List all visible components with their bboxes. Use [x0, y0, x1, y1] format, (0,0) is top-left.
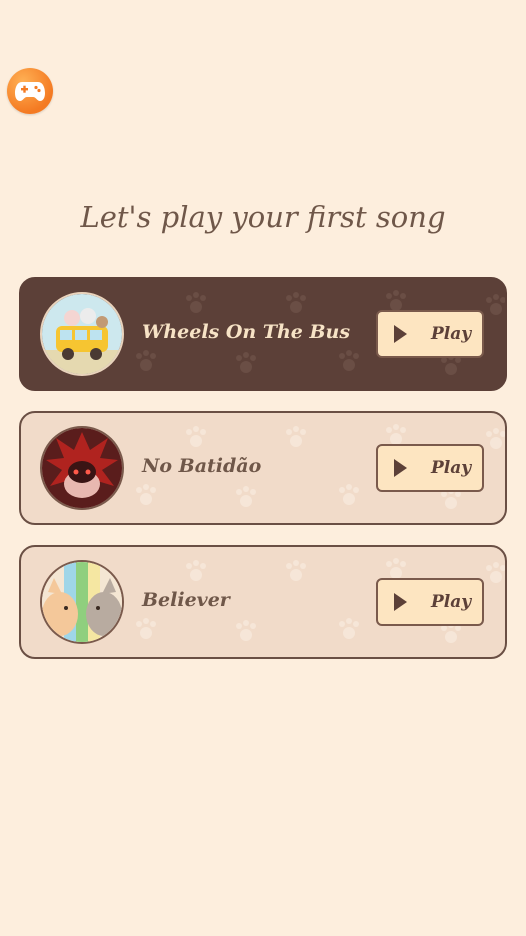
play-button[interactable]: Play [376, 444, 484, 492]
song-title: No Batidão [142, 455, 262, 477]
game-center-button[interactable] [7, 68, 53, 114]
song-cover-no-batidao [40, 426, 124, 510]
play-icon [394, 459, 407, 477]
song-cover-wheels-on-the-bus [40, 292, 124, 376]
play-button[interactable]: Play [376, 578, 484, 626]
red-spiky-cat-cover [42, 428, 122, 508]
song-card-no-batidao[interactable]: No Batidão Play [19, 411, 507, 525]
song-cover-believer [40, 560, 124, 644]
song-title: Believer [142, 589, 230, 611]
play-label: Play [431, 592, 472, 612]
page-title: Let's play your first song [80, 200, 446, 234]
song-title: Wheels On The Bus [142, 321, 351, 343]
school-bus-cats-cover [42, 294, 122, 374]
play-icon [394, 325, 407, 343]
song-card-believer[interactable]: Believer Play [19, 545, 507, 659]
gamepad-icon [15, 82, 45, 101]
play-button[interactable]: Play [376, 310, 484, 358]
song-card-wheels-on-the-bus[interactable]: Wheels On The Bus Play [19, 277, 507, 391]
play-icon [394, 593, 407, 611]
play-label: Play [431, 458, 472, 478]
two-cats-cover [42, 562, 122, 642]
play-label: Play [431, 324, 472, 344]
